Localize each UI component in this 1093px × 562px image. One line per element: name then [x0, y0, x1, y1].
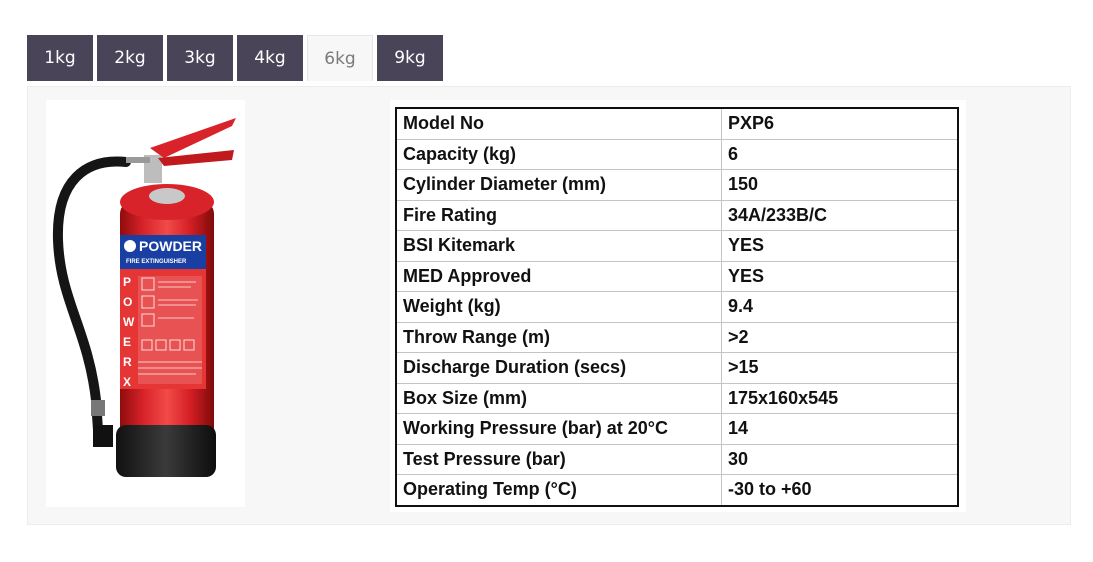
- table-row: Throw Range (m) >2: [396, 321, 958, 353]
- spec-key: BSI Kitemark: [396, 230, 722, 261]
- spec-key: Cylinder Diameter (mm): [396, 169, 722, 200]
- table-row: Fire Rating 34A/233B/C: [396, 199, 958, 231]
- spec-value: 14: [721, 413, 958, 444]
- spec-value: >2: [721, 321, 958, 353]
- spec-value: 30: [721, 443, 958, 475]
- svg-text:O: O: [123, 295, 132, 309]
- spec-key: Throw Range (m): [396, 321, 722, 353]
- table-row: Discharge Duration (secs) >15: [396, 352, 958, 383]
- spec-key: Weight (kg): [396, 291, 722, 322]
- tab-4kg[interactable]: 4kg: [237, 35, 303, 81]
- spec-table: Model No PXP6 Capacity (kg) 6 Cylinder Dia…: [395, 107, 959, 507]
- svg-text:FIRE EXTINGUISHER: FIRE EXTINGUISHER: [126, 259, 187, 265]
- fire-extinguisher-image: POWDER FIRE EXTINGUISHER P O W E R X: [46, 100, 245, 507]
- spec-value: >15: [721, 352, 958, 383]
- spec-value: YES: [721, 230, 958, 261]
- spec-key: Box Size (mm): [396, 382, 722, 414]
- fire-extinguisher-illustration: POWDER FIRE EXTINGUISHER P O W E R X: [52, 118, 236, 477]
- spec-value: -30 to +60: [721, 474, 958, 506]
- spec-value: 6: [721, 138, 958, 170]
- svg-text:P: P: [123, 275, 131, 289]
- spec-value: 175x160x545: [721, 382, 958, 414]
- table-row: Model No PXP6: [396, 108, 958, 139]
- spec-value: 150: [721, 169, 958, 200]
- spec-key: Capacity (kg): [396, 138, 722, 170]
- tab-2kg[interactable]: 2kg: [97, 35, 163, 81]
- table-row: BSI Kitemark YES: [396, 230, 958, 261]
- spec-value: 9.4: [721, 291, 958, 322]
- table-row: Cylinder Diameter (mm) 150: [396, 169, 958, 200]
- spec-key: Test Pressure (bar): [396, 443, 722, 475]
- spec-key: MED Approved: [396, 260, 722, 292]
- spec-value: YES: [721, 260, 958, 292]
- svg-text:R: R: [123, 355, 132, 369]
- table-row: Working Pressure (bar) at 20°C 14: [396, 413, 958, 444]
- table-row: Operating Temp (°C) -30 to +60: [396, 474, 958, 506]
- tab-9kg[interactable]: 9kg: [377, 35, 443, 81]
- tab-6kg[interactable]: 6kg: [307, 35, 373, 81]
- table-row: Capacity (kg) 6: [396, 138, 958, 170]
- spec-key: Discharge Duration (secs): [396, 352, 722, 383]
- spec-key: Fire Rating: [396, 199, 722, 231]
- table-row: Box Size (mm) 175x160x545: [396, 382, 958, 414]
- svg-text:X: X: [123, 375, 131, 389]
- spec-key: Model No: [396, 108, 722, 139]
- svg-text:E: E: [123, 335, 131, 349]
- table-row: Weight (kg) 9.4: [396, 291, 958, 322]
- size-tabs: 1kg 2kg 3kg 4kg 6kg 9kg: [27, 35, 447, 81]
- spec-value: 34A/233B/C: [721, 199, 958, 231]
- spec-value: PXP6: [728, 113, 775, 134]
- tab-3kg[interactable]: 3kg: [167, 35, 233, 81]
- svg-text:W: W: [123, 315, 135, 329]
- table-row: Test Pressure (bar) 30: [396, 443, 958, 475]
- svg-text:POWDER: POWDER: [139, 238, 202, 254]
- table-row: MED Approved YES: [396, 260, 958, 292]
- spec-table-container: Model No PXP6 Capacity (kg) 6 Cylinder Dia…: [390, 100, 966, 512]
- spec-key: Working Pressure (bar) at 20°C: [396, 413, 722, 444]
- spec-key: Operating Temp (°C): [396, 474, 722, 506]
- tab-1kg[interactable]: 1kg: [27, 35, 93, 81]
